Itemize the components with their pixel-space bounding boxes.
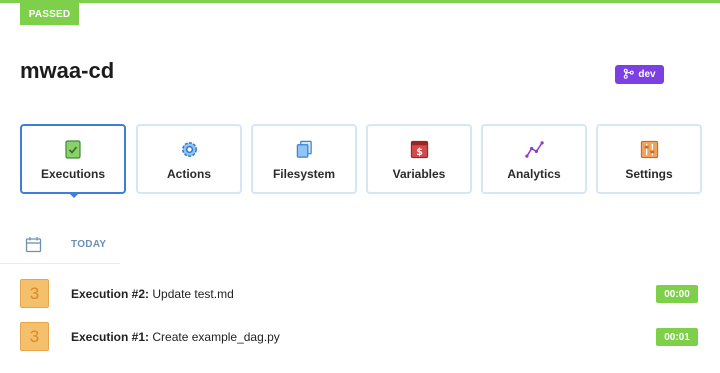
tab-label: Actions: [166, 167, 211, 181]
execution-message: Create example_dag.py: [152, 330, 280, 344]
tab-executions[interactable]: Executions: [20, 124, 126, 194]
analytics-icon: [524, 139, 544, 159]
tab-filesystem[interactable]: Filesystem: [251, 124, 357, 194]
status-badge: PASSED: [20, 3, 79, 25]
execution-message: Update test.md: [152, 287, 234, 301]
gear-icon: [179, 139, 199, 159]
settings-icon: [639, 139, 659, 159]
tab-label: Settings: [625, 167, 673, 181]
svg-text:$: $: [416, 147, 423, 158]
section-tabs: Executions Actions Filesystem $ Variable…: [20, 124, 710, 194]
branch-icon: [623, 68, 635, 82]
execution-title: Execution #1:: [71, 330, 150, 344]
execution-row[interactable]: 3 Execution #1: Create example_dag.py 00…: [20, 322, 710, 352]
execution-duration-badge: 00:00: [656, 285, 698, 303]
execution-row[interactable]: 3 Execution #2: Update test.md 00:00: [20, 279, 710, 309]
date-divider: [0, 263, 120, 264]
date-group-label: TODAY: [71, 239, 107, 250]
execution-title: Execution #2:: [71, 287, 150, 301]
executions-icon: [63, 139, 83, 159]
tab-analytics[interactable]: Analytics: [481, 124, 587, 194]
execution-text: Execution #2: Update test.md: [71, 287, 234, 301]
tab-label: Filesystem: [272, 167, 336, 181]
execution-duration-badge: 00:01: [656, 328, 698, 346]
date-group-header: TODAY: [20, 232, 120, 262]
execution-number-badge: 3: [20, 279, 49, 308]
tab-label: Executions: [40, 167, 106, 181]
tab-variables[interactable]: $ Variables: [366, 124, 472, 194]
tab-label: Variables: [392, 167, 446, 181]
environment-badge[interactable]: dev: [615, 65, 664, 84]
tab-label: Analytics: [507, 167, 561, 181]
calendar-icon: [25, 236, 42, 253]
active-tab-pointer: [69, 193, 79, 198]
environment-label: dev: [638, 69, 656, 80]
tab-settings[interactable]: Settings: [596, 124, 702, 194]
variables-icon: $: [409, 139, 429, 159]
files-icon: [294, 139, 314, 159]
tab-actions[interactable]: Actions: [136, 124, 242, 194]
status-top-line: [0, 0, 720, 3]
page-title: mwaa-cd: [20, 58, 115, 83]
execution-number-badge: 3: [20, 322, 49, 351]
execution-text: Execution #1: Create example_dag.py: [71, 330, 280, 344]
